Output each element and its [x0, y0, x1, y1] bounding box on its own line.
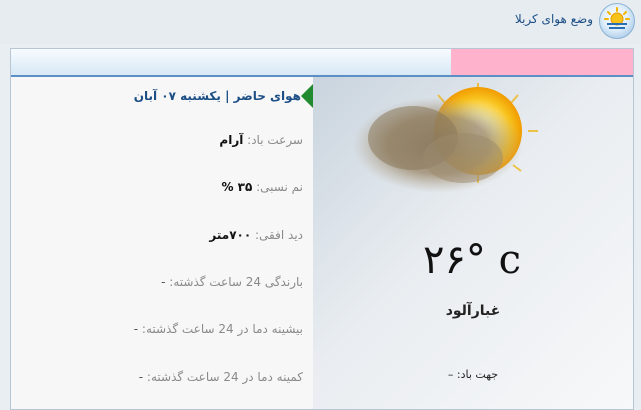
rain-24h-value: -	[161, 275, 166, 289]
weather-condition: غبارآلود	[445, 303, 501, 319]
humidity-label: نم نسبی:	[256, 180, 303, 194]
heading-arrow-icon	[301, 84, 313, 108]
current-weather-details: هوای حاضر | یکشنبه ۰۷ آبان سرعت باد: آرا…	[11, 77, 313, 409]
dusty-sun-icon	[353, 83, 538, 193]
max-temp-24h-row: بیشینه دما در 24 ساعت گذشته: -	[134, 322, 303, 336]
weather-visual: ۲۶° c غبارآلود جهت باد: –	[313, 77, 633, 409]
wind-speed-row: سرعت باد: آرام	[219, 133, 303, 147]
weather-sun-icon	[599, 3, 635, 39]
wind-direction: جهت باد: –	[447, 368, 499, 381]
visibility-row: دید افقی: ۷۰۰متر	[209, 228, 303, 242]
min-temp-24h-value: -	[138, 370, 144, 384]
current-weather-heading: هوای حاضر | یکشنبه ۰۷ آبان	[133, 89, 301, 103]
min-temp-24h-label: کمینه دما در 24 ساعت گذشته:	[146, 370, 303, 384]
visibility-label: دید افقی:	[255, 228, 303, 242]
min-temp-24h-row: کمینه دما در 24 ساعت گذشته: -	[139, 370, 303, 384]
humidity-row: نم نسبی: ۳۵ %	[221, 180, 303, 194]
visibility-value: ۷۰۰متر	[209, 228, 252, 242]
page-title: وضع هوای کربلا	[514, 12, 593, 26]
humidity-value: ۳۵ %	[221, 180, 253, 194]
rain-24h-label: بارندگی 24 ساعت گذشته:	[169, 275, 303, 289]
rain-24h-row: بارندگی 24 ساعت گذشته: -	[161, 275, 303, 289]
panel-top-bar	[11, 49, 633, 77]
wind-speed-label: سرعت باد:	[247, 133, 303, 147]
temperature-value: ۲۶° c	[422, 237, 524, 283]
panel-top-bar-accent	[451, 49, 633, 75]
header-bar: وضع هوای کربلا	[0, 0, 641, 44]
max-temp-24h-value: -	[133, 322, 139, 336]
wind-speed-value: آرام	[219, 133, 244, 147]
max-temp-24h-label: بیشینه دما در 24 ساعت گذشته:	[141, 322, 303, 336]
weather-panel: هوای حاضر | یکشنبه ۰۷ آبان سرعت باد: آرا…	[10, 48, 634, 410]
